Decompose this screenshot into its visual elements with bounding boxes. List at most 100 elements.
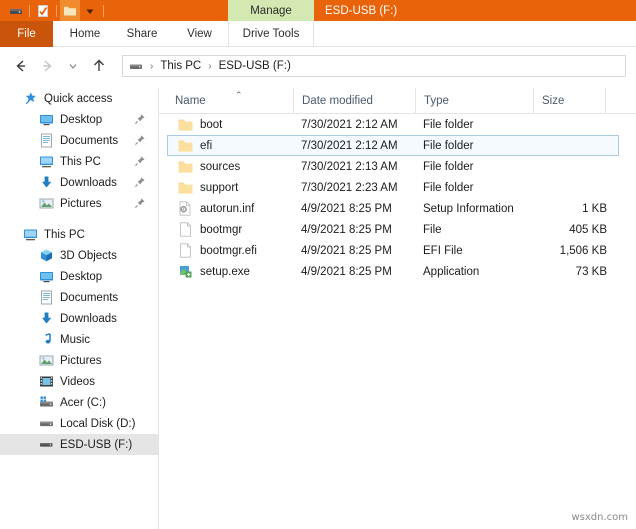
tab-file[interactable]: File [0,21,53,47]
toolbar-separator [29,4,30,17]
documents-icon [38,290,54,306]
folder-icon [177,117,193,133]
table-row[interactable]: setup.exe 4/9/2021 8:25 PM Application 7… [167,261,619,282]
folder-icon [177,138,193,154]
contextual-tab-group-manage: Manage [228,0,314,21]
column-header-date-modified[interactable]: Date modified [293,88,405,114]
sidebar-item-documents[interactable]: Documents [0,130,158,151]
column-headers: Name ⌃ Date modified Type Size [159,88,636,114]
column-header-name[interactable]: Name ⌃ [167,88,293,114]
sidebar-item-pictures[interactable]: Pictures [0,350,158,371]
sidebar-item-label: Downloads [60,176,117,189]
star-pin-icon [22,91,38,107]
chevron-down-icon[interactable] [80,0,100,21]
file-type-cell: File folder [423,160,474,173]
desktop-icon [38,269,54,285]
pin-icon[interactable] [134,155,146,167]
pictures-icon [38,353,54,369]
column-header-size[interactable]: Size [533,88,605,114]
arrow-up-icon[interactable] [86,53,112,79]
sidebar-item-music[interactable]: Music [0,329,158,350]
file-size-cell: 1 KB [582,202,607,215]
file-type-cell: File folder [423,139,474,152]
pin-icon[interactable] [134,176,146,188]
checkmark-properties-icon[interactable] [33,0,53,21]
table-row[interactable]: bootmgr 4/9/2021 8:25 PM File 405 KB [167,219,619,240]
sidebar-item-this-pc[interactable]: This PC [0,151,158,172]
sidebar-group-quick-access[interactable]: Quick access [0,88,158,109]
quick-access-toolbar [0,0,107,21]
pin-icon[interactable] [134,197,146,209]
sidebar-item-downloads[interactable]: Downloads [0,172,158,193]
file-name-cell: efi [177,138,212,154]
this-pc-icon [38,154,54,170]
toolbar-separator [103,4,104,17]
ribbon-tab-strip: File Home Share View Drive Tools [0,21,636,47]
file-size-cell: 73 KB [575,265,607,278]
sidebar-item-label: Acer (C:) [60,396,106,409]
breadcrumb-item-this-pc[interactable]: This PC [158,60,203,72]
folder-icon [177,180,193,196]
sidebar-item-pictures[interactable]: Pictures [0,193,158,214]
sidebar-item-downloads[interactable]: Downloads [0,308,158,329]
file-type-cell: File folder [423,181,474,194]
breadcrumb[interactable]: › This PC › ESD-USB (F:) [122,55,626,77]
table-row[interactable]: sources 7/30/2021 2:13 AM File folder [167,156,619,177]
arrow-right-icon[interactable] [34,53,60,79]
file-date-cell: 7/30/2021 2:23 AM [301,181,398,194]
tab-view[interactable]: View [177,21,222,47]
table-row[interactable]: boot 7/30/2021 2:12 AM File folder [167,114,619,135]
sidebar-item-label: Pictures [60,197,102,210]
chevron-down-icon[interactable] [60,53,86,79]
column-header-type[interactable]: Type [415,88,533,114]
tab-drive-tools[interactable]: Drive Tools [228,21,314,47]
sidebar-group-this-pc[interactable]: This PC [0,224,158,245]
sidebar-item-label: 3D Objects [60,249,117,262]
file-date-cell: 4/9/2021 8:25 PM [301,244,392,257]
toolbar-separator [56,4,57,17]
windows-drive-icon [38,395,54,411]
sidebar-item-documents[interactable]: Documents [0,287,158,308]
sidebar-item-label: Videos [60,375,95,388]
breadcrumb-item-esd-usb[interactable]: ESD-USB (F:) [217,60,293,72]
music-icon [38,332,54,348]
pin-icon[interactable] [134,113,146,125]
usb-drive-icon [38,437,54,453]
file-explorer-window: Manage ESD-USB (F:) File Home Share View… [0,0,636,529]
table-row[interactable]: efi 7/30/2021 2:12 AM File folder [167,135,619,156]
file-type-cell: Application [423,265,480,278]
contextual-tab-group-label: Manage [250,4,292,17]
sidebar-item-acer-c[interactable]: Acer (C:) [0,392,158,413]
table-row[interactable]: bootmgr.efi 4/9/2021 8:25 PM EFI File 1,… [167,240,619,261]
desktop-icon [38,112,54,128]
sidebar-item-desktop[interactable]: Desktop [0,266,158,287]
tab-share[interactable]: Share [118,21,166,47]
sidebar-item-local-disk-d[interactable]: Local Disk (D:) [0,413,158,434]
sidebar-item-label: Desktop [60,270,103,283]
drive-icon[interactable] [6,0,26,21]
sidebar-item-desktop[interactable]: Desktop [0,109,158,130]
file-name-cell: support [177,180,238,196]
column-header-end-divider [605,88,614,114]
hard-drive-icon [38,416,54,432]
sidebar-item-3d-objects[interactable]: 3D Objects [0,245,158,266]
sidebar-item-label: This PC [60,155,101,168]
table-row[interactable]: autorun.inf 4/9/2021 8:25 PM Setup Infor… [167,198,619,219]
tab-home[interactable]: Home [60,21,110,47]
sidebar-item-videos[interactable]: Videos [0,371,158,392]
file-name-cell: bootmgr [177,222,242,238]
file-size-cell: 1,506 KB [559,244,607,257]
arrow-left-icon[interactable] [8,53,34,79]
pin-icon[interactable] [134,134,146,146]
documents-icon [38,133,54,149]
table-row[interactable]: support 7/30/2021 2:23 AM File folder [167,177,619,198]
file-date-cell: 4/9/2021 8:25 PM [301,202,392,215]
file-list-pane: Name ⌃ Date modified Type Size boot 7/30… [158,88,636,529]
new-folder-icon[interactable] [60,0,80,21]
file-type-cell: EFI File [423,244,463,257]
sidebar-item-label: Downloads [60,312,117,325]
file-type-cell: File [423,223,442,236]
sidebar-item-esd-usb-f[interactable]: ESD-USB (F:) [0,434,158,455]
sidebar-item-label: Desktop [60,113,103,126]
file-rows: boot 7/30/2021 2:12 AM File folder efi 7… [159,114,636,282]
